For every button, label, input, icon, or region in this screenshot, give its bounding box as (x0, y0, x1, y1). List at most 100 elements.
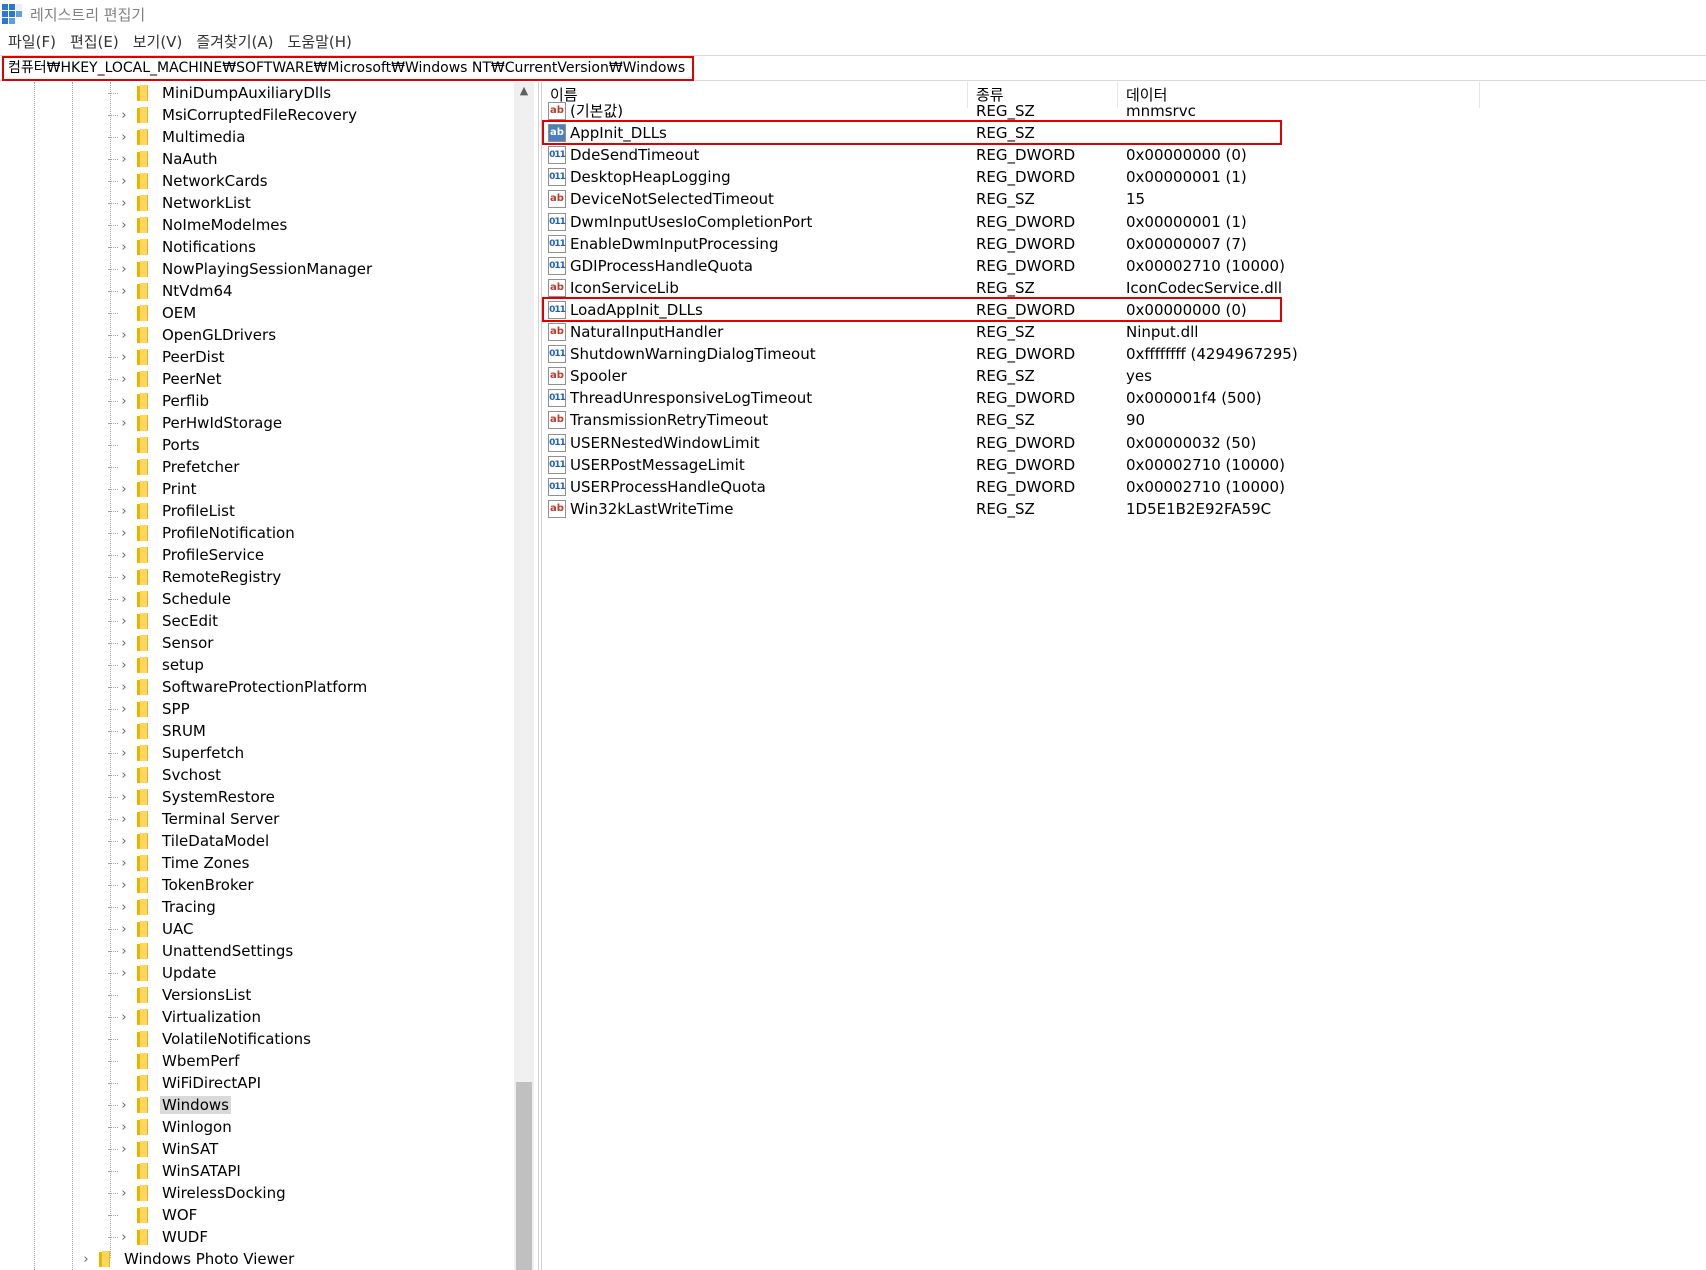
expand-chevron-icon[interactable]: › (118, 324, 130, 346)
value-row[interactable]: 011 EnableDwmInputProcessing REG_DWORD 0x00… (542, 232, 1706, 256)
expand-chevron-icon[interactable]: › (118, 346, 130, 368)
tree-item[interactable]: › SRUM (108, 720, 208, 742)
value-row[interactable]: ab TransmissionRetryTimeout REG_SZ 90 (542, 408, 1706, 432)
tree-item[interactable]: › ProfileNotification (108, 522, 297, 544)
scroll-thumb[interactable] (516, 1082, 532, 1270)
expand-chevron-icon[interactable]: › (118, 258, 130, 280)
expand-chevron-icon[interactable]: › (118, 214, 130, 236)
menu-edit[interactable]: 편집(E) (70, 31, 119, 52)
expand-chevron-icon[interactable]: › (118, 236, 130, 258)
expand-chevron-icon[interactable]: › (118, 698, 130, 720)
tree-item[interactable]: › Tracing (108, 896, 218, 918)
expand-chevron-icon[interactable]: › (118, 808, 130, 830)
menu-favorites[interactable]: 즐겨찾기(A) (196, 31, 273, 52)
tree-item[interactable]: › Winlogon (108, 1116, 234, 1138)
expand-chevron-icon[interactable]: › (118, 1006, 130, 1028)
expand-chevron-icon[interactable]: › (118, 720, 130, 742)
expand-chevron-icon[interactable]: › (118, 940, 130, 962)
tree-item[interactable]: › NoImeModelmes (108, 214, 289, 236)
value-row[interactable]: 011 DesktopHeapLogging REG_DWORD 0x00000001… (542, 165, 1706, 189)
expand-chevron-icon[interactable]: › (118, 126, 130, 148)
tree-item[interactable]: › MsiCorruptedFileRecovery (108, 104, 359, 126)
expand-chevron-icon[interactable]: › (118, 874, 130, 896)
expand-chevron-icon[interactable]: › (118, 1094, 130, 1116)
tree-item[interactable]: › Notifications (108, 236, 258, 258)
tree-item[interactable]: ›WinSATAPI (108, 1160, 243, 1182)
expand-chevron-icon[interactable]: › (118, 632, 130, 654)
expand-chevron-icon[interactable]: › (118, 192, 130, 214)
tree-item[interactable]: ›Prefetcher (108, 456, 241, 478)
menu-view[interactable]: 보기(V) (133, 31, 183, 52)
tree-item[interactable]: › Windows (108, 1094, 231, 1116)
value-row[interactable]: ab AppInit_DLLs REG_SZ (542, 121, 1706, 145)
tree-item[interactable]: › Sensor (108, 632, 215, 654)
tree-item[interactable]: › ProfileList (108, 500, 237, 522)
expand-chevron-icon[interactable]: › (118, 1182, 130, 1204)
tree-item[interactable]: › NetworkList (108, 192, 253, 214)
expand-chevron-icon[interactable]: › (118, 544, 130, 566)
value-row[interactable]: 011 DdeSendTimeout REG_DWORD 0x00000000 (0) (542, 143, 1706, 167)
expand-chevron-icon[interactable]: › (118, 830, 130, 852)
expand-chevron-icon[interactable]: › (118, 962, 130, 984)
expand-chevron-icon[interactable]: › (118, 896, 130, 918)
expand-chevron-icon[interactable]: › (118, 764, 130, 786)
expand-chevron-icon[interactable]: › (118, 566, 130, 588)
tree-item[interactable]: › Virtualization (108, 1006, 263, 1028)
tree-item[interactable]: › Multimedia (108, 126, 247, 148)
tree-item[interactable]: › Print (108, 478, 199, 500)
value-row[interactable]: 011 USERProcessHandleQuota REG_DWORD 0x0000… (542, 475, 1706, 499)
menu-file[interactable]: 파일(F) (8, 31, 56, 52)
tree-item[interactable]: › Terminal Server (108, 808, 281, 830)
address-input[interactable]: 컴퓨터₩HKEY_LOCAL_MACHINE₩SOFTWARE₩Microsof… (2, 56, 694, 81)
tree-item[interactable]: › UnattendSettings (108, 940, 295, 962)
expand-chevron-icon[interactable]: › (118, 918, 130, 940)
value-row[interactable]: ab DeviceNotSelectedTimeout REG_SZ 15 (542, 187, 1706, 211)
value-row[interactable]: 011 ThreadUnresponsiveLogTimeout REG_DWORD… (542, 386, 1706, 410)
expand-chevron-icon[interactable]: › (118, 104, 130, 126)
tree-item[interactable]: ›VersionsList (108, 984, 253, 1006)
tree-item[interactable]: › NetworkCards (108, 170, 270, 192)
tree-item[interactable]: › UAC (108, 918, 195, 940)
tree-item[interactable]: › PeerDist (108, 346, 227, 368)
scroll-up-arrow-icon[interactable]: ▲ (514, 84, 534, 100)
tree-item[interactable]: › SecEdit (108, 610, 220, 632)
values-list-panel[interactable]: 이름 종류 데이터 ab (기본값) REG_SZ mnmsrvc ab AppInit_… (542, 82, 1706, 1270)
tree-item[interactable]: › WirelessDocking (108, 1182, 288, 1204)
value-row[interactable]: 011 ShutdownWarningDialogTimeout REG_DWORD… (542, 342, 1706, 366)
menu-help[interactable]: 도움말(H) (287, 31, 351, 52)
expand-chevron-icon[interactable]: › (80, 1248, 92, 1270)
tree-item[interactable]: › Schedule (108, 588, 233, 610)
tree-item[interactable]: ›WbemPerf (108, 1050, 241, 1072)
expand-chevron-icon[interactable]: › (118, 368, 130, 390)
tree-item[interactable]: › Svchost (108, 764, 223, 786)
expand-chevron-icon[interactable]: › (118, 1226, 130, 1248)
tree-item[interactable]: › Time Zones (108, 852, 251, 874)
tree-item[interactable]: › TileDataModel (108, 830, 271, 852)
expand-chevron-icon[interactable]: › (118, 390, 130, 412)
expand-chevron-icon[interactable]: › (118, 654, 130, 676)
tree-item[interactable]: › NaAuth (108, 148, 220, 170)
tree-item[interactable]: › setup (108, 654, 206, 676)
tree-item[interactable]: › TokenBroker (108, 874, 256, 896)
value-row[interactable]: 011 GDIProcessHandleQuota REG_DWORD 0x00002… (542, 254, 1706, 278)
tree-item[interactable]: › Update (108, 962, 218, 984)
tree-item[interactable]: › Superfetch (108, 742, 246, 764)
tree-item[interactable]: › PerHwIdStorage (108, 412, 284, 434)
tree-item[interactable]: › NowPlayingSessionManager (108, 258, 374, 280)
tree-item[interactable]: › NtVdm64 (108, 280, 235, 302)
value-row[interactable]: 011 USERPostMessageLimit REG_DWORD 0x000027… (542, 453, 1706, 477)
tree-item[interactable]: › WUDF (108, 1226, 210, 1248)
value-row[interactable]: 011 DwmInputUsesIoCompletionPort REG_DWORD… (542, 210, 1706, 234)
expand-chevron-icon[interactable]: › (118, 742, 130, 764)
value-row[interactable]: ab NaturalInputHandler REG_SZ Ninput.dll (542, 320, 1706, 344)
tree-item[interactable]: › RemoteRegistry (108, 566, 283, 588)
expand-chevron-icon[interactable]: › (118, 522, 130, 544)
expand-chevron-icon[interactable]: › (118, 412, 130, 434)
tree-vertical-scrollbar[interactable]: ▲ (514, 82, 534, 1270)
tree-item[interactable]: › OpenGLDrivers (108, 324, 278, 346)
expand-chevron-icon[interactable]: › (118, 786, 130, 808)
value-row[interactable]: ab Spooler REG_SZ yes (542, 364, 1706, 388)
tree-item[interactable]: ›MiniDumpAuxiliaryDlls (108, 82, 333, 104)
expand-chevron-icon[interactable]: › (118, 610, 130, 632)
tree-item[interactable]: › SoftwareProtectionPlatform (108, 676, 369, 698)
